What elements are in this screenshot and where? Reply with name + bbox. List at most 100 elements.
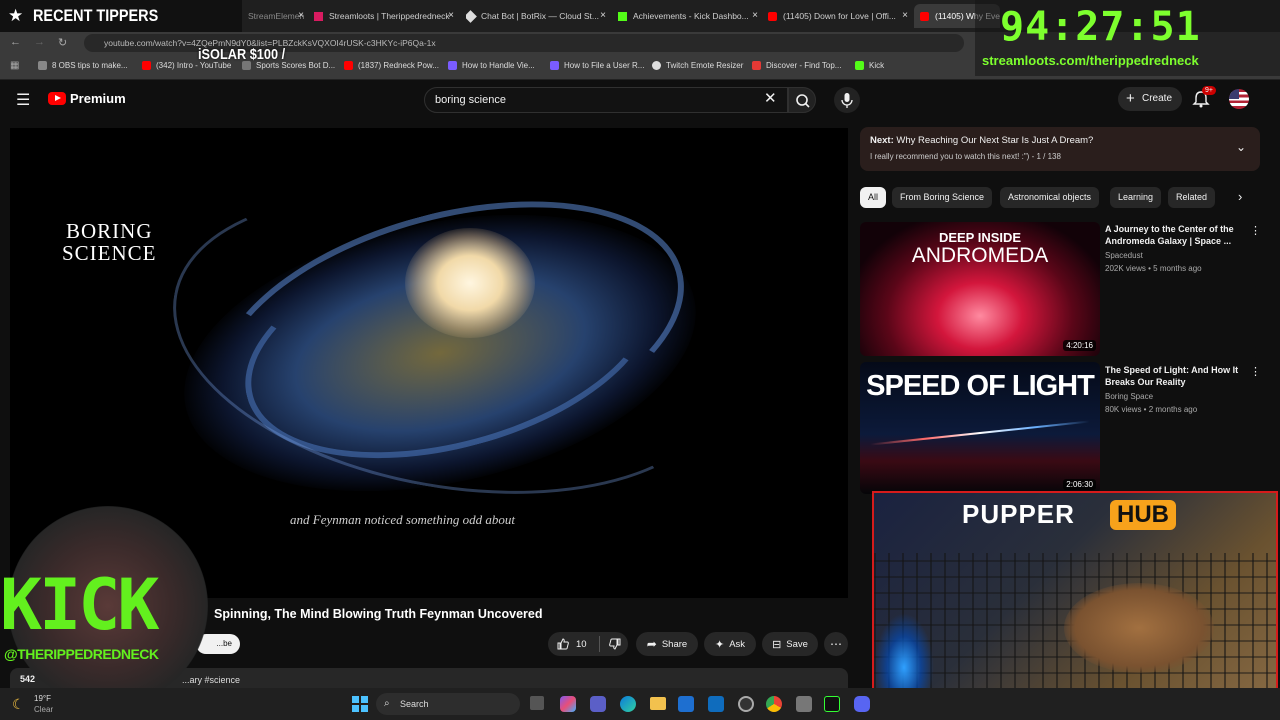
kick-favicon-icon	[618, 11, 627, 21]
moon-weather-icon: ☾	[12, 696, 25, 712]
apps-grid-icon[interactable]: ▦	[10, 60, 19, 71]
windows-taskbar: ☾ 19°F Clear ⌕ Search	[0, 688, 1280, 720]
store-icon[interactable]	[678, 696, 694, 712]
copilot-icon[interactable]	[560, 696, 576, 712]
terminal-icon[interactable]	[824, 696, 840, 712]
video-duration: 2:06:30	[1063, 479, 1096, 490]
windows-start-icon[interactable]	[352, 696, 368, 712]
close-icon[interactable]: ×	[298, 10, 304, 21]
chip-label: Related	[1176, 192, 1208, 202]
taskbar-search[interactable]: ⌕ Search	[376, 693, 520, 715]
reload-icon[interactable]: ↻	[58, 36, 67, 49]
tab-botrix[interactable]: Chat Bot | BotRix — Cloud St... ×	[466, 4, 606, 28]
tab-kick-dashboard[interactable]: Achievements - Kick Dashbo... ×	[618, 4, 758, 28]
premium-label: Premium	[70, 91, 126, 106]
back-icon[interactable]: ←	[10, 36, 21, 48]
bookmark-item[interactable]: Twitch Emote Resizer	[652, 61, 743, 70]
chip-label: Learning	[1118, 192, 1154, 202]
bookmark-item[interactable]: How to File a User R...	[550, 61, 644, 70]
more-options-icon[interactable]: ⋮	[1250, 365, 1261, 378]
tab-youtube-down-for-love[interactable]: (11405) Down for Love | Offi... ×	[768, 4, 908, 28]
thumb-text-line1: DEEP INSIDE	[938, 230, 1022, 245]
like-dislike-group[interactable]: 10	[548, 632, 628, 656]
bookmark-favicon-icon	[448, 61, 457, 70]
share-button[interactable]: ➦ Share	[636, 632, 698, 656]
chip-learning[interactable]: Learning	[1110, 187, 1162, 208]
recent-tippers-label: RECENT TIPPERS	[33, 6, 159, 25]
more-options-icon[interactable]: ⋮	[1250, 224, 1261, 237]
youtube-favicon-icon	[920, 11, 929, 21]
share-icon: ➦	[646, 637, 657, 651]
next-subtitle: I really recommend you to watch this nex…	[870, 152, 1061, 161]
tab-streamelements[interactable]: StreamElements - therippedredneck ×	[248, 4, 304, 28]
close-icon[interactable]: ×	[448, 10, 454, 21]
recommendation-title[interactable]: A Journey to the Center of the Andromeda…	[1105, 223, 1240, 247]
file-explorer-icon[interactable]	[650, 697, 666, 710]
menu-icon[interactable]: ☰	[16, 90, 30, 110]
notifications-button[interactable]: 9+	[1192, 86, 1216, 114]
bookmark-favicon-icon	[38, 61, 47, 70]
chip-astronomical-objects[interactable]: Astronomical objects	[1000, 187, 1100, 208]
close-icon[interactable]: ×	[902, 10, 908, 21]
bookmark-item[interactable]: Kick	[855, 61, 884, 70]
recommendation-meta: 80K views • 2 months ago	[1105, 405, 1198, 414]
recommendation-meta: 202K views • 5 months ago	[1105, 264, 1202, 273]
app-icon[interactable]	[796, 696, 812, 712]
forward-icon[interactable]: →	[34, 36, 45, 48]
chip-label: From Boring Science	[900, 192, 985, 202]
thumbs-up-icon[interactable]	[556, 637, 570, 651]
chrome-icon[interactable]	[766, 696, 782, 712]
recommendation-channel[interactable]: Boring Space	[1105, 392, 1153, 401]
chevron-right-icon[interactable]: ›	[1238, 189, 1242, 204]
outlook-icon[interactable]	[708, 696, 724, 712]
youtube-premium-logo[interactable]: Premium	[48, 91, 126, 106]
thumbs-down-icon[interactable]	[608, 637, 622, 651]
search-icon: ⌕	[384, 698, 390, 709]
recommendation-title[interactable]: The Speed of Light: And How It Breaks Ou…	[1105, 364, 1240, 388]
bookmark-item[interactable]: 8 OBS tips to make...	[38, 61, 128, 70]
task-view-icon[interactable]	[530, 696, 544, 710]
bookmark-label: (1837) Redneck Pow...	[358, 61, 439, 70]
clear-search-icon[interactable]: ✕	[764, 89, 777, 107]
pupper-label: PUPPER	[962, 499, 1075, 529]
close-icon[interactable]: ×	[752, 10, 758, 21]
search-button[interactable]	[788, 87, 816, 113]
recommendation-thumbnail[interactable]: DEEP INSIDE ANDROMEDA 4:20:16	[860, 222, 1100, 356]
video-title: Spinning, The Mind Blowing Truth Feynman…	[214, 607, 543, 621]
bookmark-label: Twitch Emote Resizer	[666, 61, 744, 70]
search-input[interactable]: boring science	[424, 87, 788, 113]
bookmark-label: Discover - Find Top...	[766, 61, 842, 70]
sparkle-icon: ✦	[714, 638, 725, 651]
teams-icon[interactable]	[590, 696, 606, 712]
ask-button[interactable]: ✦ Ask	[704, 632, 756, 656]
create-button[interactable]: + Create	[1118, 87, 1182, 111]
search-icon	[796, 94, 810, 108]
bookmark-item[interactable]: How to Handle Vie...	[448, 61, 535, 70]
notification-badge: 9+	[1202, 86, 1216, 95]
bookmark-item[interactable]: (1837) Redneck Pow...	[344, 61, 439, 70]
brand-line2: SCIENCE	[62, 241, 157, 265]
close-icon[interactable]: ×	[600, 10, 606, 21]
tab-streamloots[interactable]: Streamloots | Therippedredneck ×	[314, 4, 454, 28]
streamloots-favicon-icon	[314, 11, 323, 21]
description-text: ...ary #science	[182, 675, 241, 685]
save-label: Save	[786, 638, 808, 650]
recommendation-channel[interactable]: Spacedust	[1105, 251, 1143, 260]
chip-all[interactable]: All	[860, 187, 887, 208]
voice-search-button[interactable]	[834, 87, 860, 113]
chip-related[interactable]: Related	[1168, 187, 1216, 208]
edge-icon[interactable]	[620, 696, 636, 712]
discord-icon[interactable]	[854, 696, 870, 712]
recommendation-thumbnail[interactable]: SPEED OF LIGHT 2:06:30	[860, 362, 1100, 494]
chevron-down-icon[interactable]: ⌄	[1236, 140, 1246, 154]
obs-icon[interactable]	[738, 696, 754, 712]
chip-from-boring-science[interactable]: From Boring Science	[892, 187, 993, 208]
avatar[interactable]	[1229, 89, 1249, 109]
youtube-favicon-icon	[768, 11, 777, 21]
more-actions-icon[interactable]: ⋯	[824, 632, 848, 656]
create-label: Create	[1142, 93, 1173, 104]
bookmark-item[interactable]: Discover - Find Top...	[752, 61, 841, 70]
subathon-timer: 94:27:51	[1000, 4, 1201, 50]
playlist-next-panel[interactable]: Next: Why Reaching Our Next Star Is Just…	[860, 127, 1260, 171]
save-button[interactable]: ⊟ Save	[762, 632, 818, 656]
